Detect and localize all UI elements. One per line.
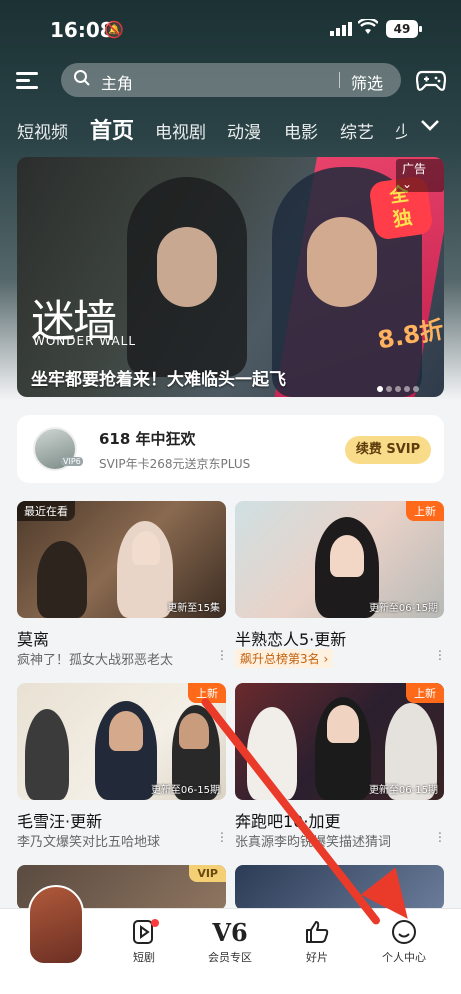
filter-button[interactable]: 筛选 xyxy=(351,70,383,94)
search-bar[interactable]: 主角 筛选 xyxy=(61,63,401,97)
nav-short-drama[interactable]: 短剧 xyxy=(109,919,179,965)
thumbnail-face xyxy=(109,711,143,751)
banner-face-right xyxy=(307,217,377,307)
nav-label: 个人中心 xyxy=(382,951,426,964)
more-options-icon[interactable]: · · · xyxy=(436,646,444,667)
episode-status: 更新至06-15期 xyxy=(150,785,220,796)
vip-promo-title: 618 年中狂欢 xyxy=(99,430,196,448)
new-badge: 上新 xyxy=(406,683,444,703)
play-card-icon xyxy=(109,919,179,947)
thumbnail-face xyxy=(327,705,359,743)
thumbnail-figure xyxy=(25,709,69,800)
tab-anime[interactable]: 动漫 xyxy=(227,118,261,143)
carousel-dot xyxy=(395,386,401,392)
vip-level-icon: V6 xyxy=(212,918,248,947)
thumbnail-face xyxy=(330,535,364,577)
episode-status: 更新至06-15期 xyxy=(368,603,438,614)
channel-tabs: 短视频 首页 电视剧 动漫 电影 综艺 少 xyxy=(0,112,461,148)
vip-level-badge: VIP6 xyxy=(61,457,83,466)
vip-badge: VIP xyxy=(189,865,226,882)
tab-tv-series[interactable]: 电视剧 xyxy=(155,118,206,143)
banner-caption: 坐牢都要抢着来！大难临头一起飞 xyxy=(31,370,286,390)
video-title[interactable]: 莫离 xyxy=(17,626,49,650)
carousel-dot xyxy=(386,386,392,392)
video-title[interactable]: 毛雪汪·更新 xyxy=(17,808,102,832)
featured-character-avatar[interactable] xyxy=(28,885,84,965)
video-title[interactable]: 半熟恋人5·更新 xyxy=(235,626,346,650)
more-options-icon[interactable]: · · · xyxy=(218,828,226,849)
carousel-dot xyxy=(413,386,419,392)
notification-dot xyxy=(151,919,159,927)
episode-status: 更新至15集 xyxy=(167,603,220,614)
recently-watched-badge: 最近在看 xyxy=(17,501,75,521)
carousel-dot xyxy=(404,386,410,392)
video-subtitle: 疯神了！孤女大战邪恶老太 xyxy=(17,653,174,668)
more-options-icon[interactable]: · · · xyxy=(436,828,444,849)
nav-label: 短剧 xyxy=(133,951,155,964)
nav-good-movies[interactable]: 好片 xyxy=(282,919,352,965)
banner-face-left xyxy=(157,227,217,307)
video-card[interactable]: 更新至06-15期 上新 毛雪汪·更新 李乃文爆笑对比五哈地球 · · · xyxy=(17,683,226,853)
new-badge: 上新 xyxy=(406,501,444,521)
thumbnail-face xyxy=(132,531,160,565)
video-card[interactable]: 上新 更新至06-15期 半熟恋人5·更新 飙升总榜第3名 › · · · xyxy=(235,501,444,671)
nav-profile[interactable]: 个人中心 xyxy=(369,919,439,965)
thumbnail-face xyxy=(179,713,209,749)
carousel-dot xyxy=(377,386,383,392)
nav-label: 会员专区 xyxy=(208,951,252,964)
carousel-dots xyxy=(377,377,422,392)
tab-movie[interactable]: 电影 xyxy=(284,118,318,143)
wifi-icon xyxy=(357,17,379,40)
thumbs-up-icon xyxy=(282,919,352,947)
tab-home[interactable]: 首页 xyxy=(90,113,134,145)
thumbnail-figure xyxy=(37,541,87,618)
chevron-down-icon[interactable] xyxy=(420,116,440,137)
search-input[interactable]: 主角 xyxy=(101,70,133,94)
gamepad-icon[interactable] xyxy=(415,68,447,94)
vip-promo-subtitle: SVIP年卡268元送京东PLUS xyxy=(99,457,251,471)
episode-status: 更新至06-15期 xyxy=(368,785,438,796)
nav-vip-zone[interactable]: V6 会员专区 xyxy=(195,919,265,965)
status-bar: 16:08 🔕 49 xyxy=(0,0,461,60)
nav-label: 好片 xyxy=(306,951,328,964)
video-thumbnail[interactable]: 最近在看 更新至15集 xyxy=(17,501,226,618)
ad-tag[interactable]: 广告 ⌄ xyxy=(396,159,444,192)
search-divider xyxy=(339,72,340,88)
ranking-tag[interactable]: 飙升总榜第3名 › xyxy=(235,649,334,668)
video-card[interactable]: 上新 更新至06-15期 奔跑吧10·加更 张真源李昀锐爆笑描述猜词 ··· xyxy=(235,683,444,853)
ad-label: 广告 xyxy=(402,162,427,176)
video-thumbnail[interactable]: 更新至06-15期 上新 xyxy=(17,683,226,800)
video-thumbnail[interactable]: 上新 更新至06-15期 xyxy=(235,501,444,618)
video-card[interactable]: 最近在看 更新至15集 莫离 疯神了！孤女大战邪恶老太 · · · xyxy=(17,501,226,671)
signal-icon xyxy=(330,22,352,36)
hero-banner[interactable]: 全 独 8.8折 广告 ⌄ 迷墙 WONDER WALL 坐牢都要抢着来！大难临… xyxy=(17,157,444,397)
more-options-icon[interactable]: · · · xyxy=(218,646,226,667)
bell-muted-icon: 🔕 xyxy=(104,20,124,39)
smiley-face-icon xyxy=(369,919,439,947)
renew-svip-button[interactable]: 续费 SVIP xyxy=(345,436,431,464)
search-icon xyxy=(73,69,91,92)
show-logo-english: WONDER WALL xyxy=(33,334,137,348)
tab-short-video[interactable]: 短视频 xyxy=(17,118,68,143)
menu-icon[interactable] xyxy=(16,68,42,94)
tab-variety[interactable]: 综艺 xyxy=(340,118,374,143)
video-subtitle: 李乃文爆笑对比五哈地球 xyxy=(17,835,161,850)
vip-promo-card[interactable]: VIP6 618 年中狂欢 SVIP年卡268元送京东PLUS 续费 SVIP xyxy=(17,415,444,483)
tab-partial[interactable]: 少 xyxy=(395,118,407,143)
battery-icon: 49 xyxy=(386,20,422,38)
